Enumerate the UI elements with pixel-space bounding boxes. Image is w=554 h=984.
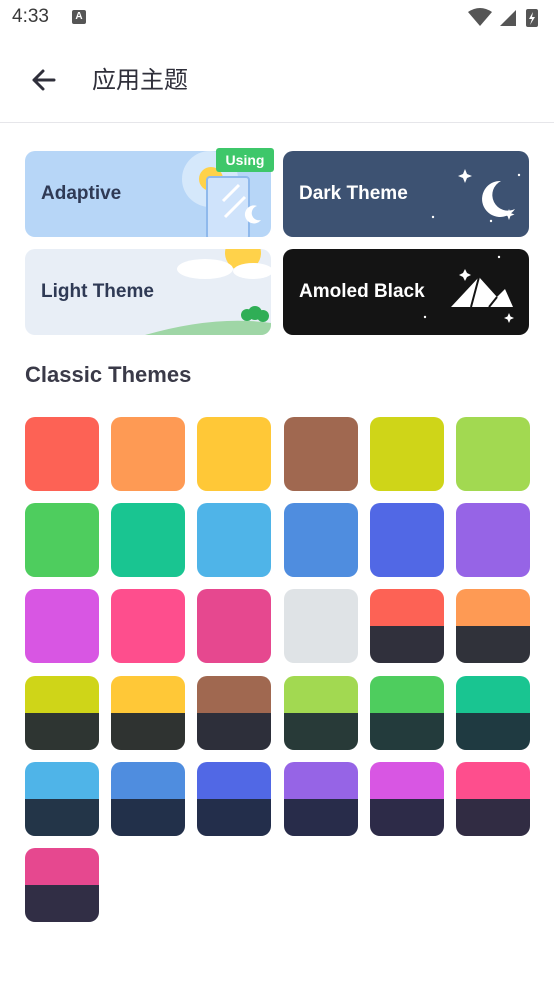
theme-color-swatch[interactable] xyxy=(369,503,444,578)
swatch-bottom-color xyxy=(283,798,358,836)
theme-color-swatch[interactable] xyxy=(25,848,99,922)
theme-color-swatch[interactable] xyxy=(111,675,186,750)
swatch-top-color xyxy=(197,675,272,713)
swatch-top-color xyxy=(197,761,272,799)
theme-card-dark[interactable]: Dark Theme xyxy=(283,151,529,237)
theme-card-label: Dark Theme xyxy=(299,183,408,204)
swatch-bottom-color xyxy=(369,798,444,836)
swatch-bottom-color xyxy=(25,798,99,836)
swatch-bottom-color xyxy=(456,798,530,836)
theme-color-swatch[interactable] xyxy=(283,503,358,578)
swatch-bottom-color xyxy=(111,712,186,750)
theme-color-swatch[interactable] xyxy=(25,761,99,836)
theme-color-swatch[interactable] xyxy=(197,589,272,664)
theme-color-swatch[interactable] xyxy=(111,417,186,491)
theme-card-light[interactable]: Light Theme xyxy=(25,249,271,335)
theme-color-swatch[interactable] xyxy=(25,417,99,491)
swatch-top-color xyxy=(25,848,99,885)
swatch-top-color xyxy=(456,761,530,799)
app-bar: 应用主题 xyxy=(0,36,554,123)
theme-color-swatch[interactable] xyxy=(197,503,272,578)
swatch-bottom-color xyxy=(369,626,444,664)
theme-color-swatch[interactable] xyxy=(197,675,272,750)
theme-card-label: Light Theme xyxy=(41,281,154,302)
signal-icon xyxy=(500,10,516,26)
swatch-top-color xyxy=(456,675,530,713)
theme-color-swatch[interactable] xyxy=(369,761,444,836)
page-title: 应用主题 xyxy=(92,66,188,94)
arrow-left-icon[interactable] xyxy=(26,62,62,98)
theme-color-swatch[interactable] xyxy=(369,417,444,491)
theme-card-amoled[interactable]: Amoled Black xyxy=(283,249,529,335)
notification-app-icon: A xyxy=(72,10,86,24)
status-bar: 4:33 A xyxy=(0,0,554,36)
swatch-bottom-color xyxy=(283,712,358,750)
swatch-bottom-color xyxy=(456,712,530,750)
theme-color-swatch[interactable] xyxy=(456,675,530,750)
theme-color-swatch[interactable] xyxy=(369,675,444,750)
swatch-top-color xyxy=(111,675,186,713)
theme-color-swatch[interactable] xyxy=(456,417,530,491)
swatch-top-color xyxy=(369,675,444,713)
theme-color-swatch[interactable] xyxy=(111,761,186,836)
swatch-top-color xyxy=(369,589,444,627)
theme-card-label: Amoled Black xyxy=(299,281,425,302)
theme-color-swatch[interactable] xyxy=(283,761,358,836)
theme-color-swatch[interactable] xyxy=(111,503,186,578)
theme-color-swatch[interactable] xyxy=(197,417,272,491)
theme-color-swatch[interactable] xyxy=(456,503,530,578)
swatch-top-color xyxy=(283,675,358,713)
swatch-bottom-color xyxy=(197,798,272,836)
swatch-bottom-color xyxy=(111,798,186,836)
status-icons xyxy=(468,8,538,27)
swatch-bottom-color xyxy=(197,712,272,750)
theme-color-swatch[interactable] xyxy=(25,503,99,578)
theme-color-swatch[interactable] xyxy=(283,675,358,750)
theme-color-swatch[interactable] xyxy=(283,589,358,664)
swatch-bottom-color xyxy=(369,712,444,750)
swatch-top-color xyxy=(25,761,99,799)
theme-color-swatch[interactable] xyxy=(25,675,99,750)
status-time: 4:33 xyxy=(12,6,49,27)
swatch-top-color xyxy=(111,761,186,799)
swatch-bottom-color xyxy=(25,885,99,922)
swatch-bottom-color xyxy=(456,626,530,664)
section-title: Classic Themes xyxy=(25,362,192,387)
theme-color-swatch[interactable] xyxy=(25,589,99,664)
swatch-top-color xyxy=(25,675,99,713)
swatch-top-color xyxy=(456,589,530,627)
using-badge: Using xyxy=(216,148,274,172)
swatch-top-color xyxy=(283,761,358,799)
swatch-top-color xyxy=(369,761,444,799)
theme-color-swatch[interactable] xyxy=(197,761,272,836)
theme-color-swatch[interactable] xyxy=(283,417,358,491)
theme-color-swatch[interactable] xyxy=(456,589,530,664)
theme-card-label: Adaptive xyxy=(41,183,122,204)
swatch-bottom-color xyxy=(25,712,99,750)
theme-color-swatch[interactable] xyxy=(456,761,530,836)
theme-color-swatch[interactable] xyxy=(369,589,444,664)
wifi-icon xyxy=(468,8,492,26)
theme-color-swatch[interactable] xyxy=(111,589,186,664)
